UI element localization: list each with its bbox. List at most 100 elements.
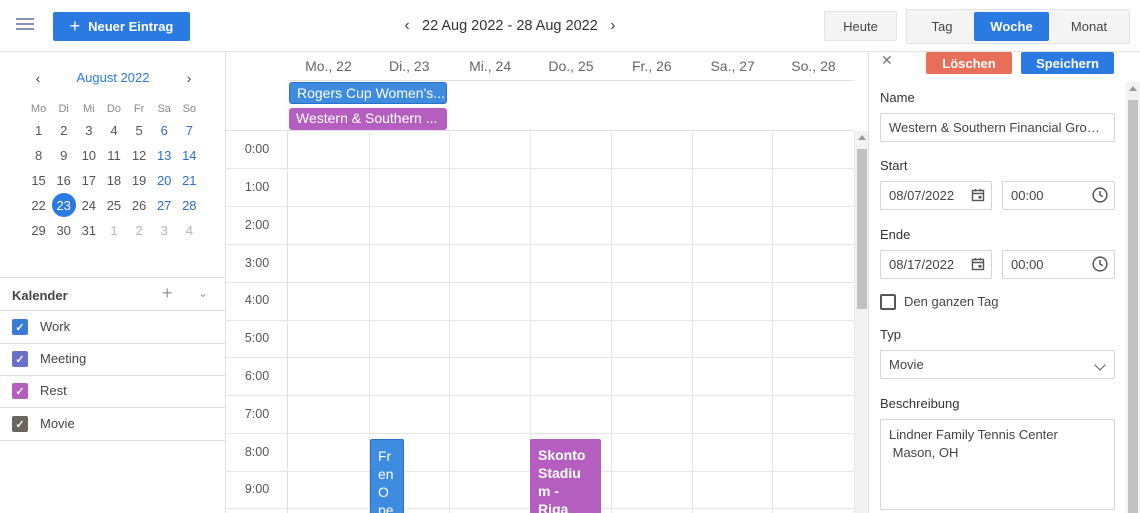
mini-day[interactable]: 18 — [101, 168, 126, 193]
mini-day[interactable]: 4 — [101, 118, 126, 143]
mini-day[interactable]: 19 — [127, 168, 152, 193]
checkbox-checked-icon[interactable]: ✓ — [12, 351, 28, 367]
mini-day[interactable]: 28 — [177, 193, 202, 218]
calendar-icon[interactable] — [971, 257, 985, 271]
mini-day[interactable]: 12 — [127, 143, 152, 168]
end-time-field[interactable]: 00:00 — [1002, 250, 1115, 279]
mini-day[interactable]: 20 — [152, 168, 177, 193]
mini-day[interactable]: 16 — [51, 168, 76, 193]
mini-calendar-title[interactable]: August 2022 — [60, 70, 166, 85]
mini-day[interactable]: 3 — [76, 118, 101, 143]
chevron-down-icon[interactable]: ⌄ — [198, 286, 208, 300]
mini-day[interactable]: 25 — [101, 193, 126, 218]
calendar-item-meeting[interactable]: ✓ Meeting — [0, 343, 226, 376]
week-scrollbar[interactable] — [854, 131, 868, 513]
allday-event[interactable]: Western & Southern ... — [289, 108, 447, 130]
view-week-button[interactable]: Woche — [974, 12, 1049, 41]
date-range: 22 Aug 2022 - 28 Aug 2022 — [422, 18, 598, 34]
scroll-up-icon[interactable] — [1129, 86, 1137, 91]
mini-day[interactable]: 2 — [51, 118, 76, 143]
mini-day[interactable]: 5 — [127, 118, 152, 143]
mini-day[interactable]: 17 — [76, 168, 101, 193]
mini-day[interactable]: 11 — [101, 143, 126, 168]
mini-day[interactable]: 6 — [152, 118, 177, 143]
day-header[interactable]: Mi., 24 — [450, 52, 531, 80]
mini-day[interactable]: 14 — [177, 143, 202, 168]
mini-day[interactable]: 24 — [76, 193, 101, 218]
mini-day[interactable]: 21 — [177, 168, 202, 193]
calendar-item-work[interactable]: ✓ Work — [0, 311, 226, 344]
mini-day[interactable]: 8 — [26, 143, 51, 168]
mini-day-today-label: 23 — [56, 198, 71, 213]
calendar-item-movie[interactable]: ✓ Movie — [0, 408, 226, 441]
name-field[interactable]: Western & Southern Financial Group ... — [880, 113, 1115, 142]
calendar-item-rest[interactable]: ✓ Rest — [0, 375, 226, 408]
allday-checkbox[interactable] — [880, 294, 896, 310]
mini-day[interactable]: 2 — [127, 218, 152, 243]
today-button[interactable]: Heute — [824, 11, 897, 41]
mini-day[interactable]: 4 — [177, 218, 202, 243]
day-header[interactable]: Fr., 26 — [611, 52, 692, 80]
description-field[interactable]: Lindner Family Tennis Center Mason, OH — [880, 419, 1115, 510]
checkbox-checked-icon[interactable]: ✓ — [12, 383, 28, 399]
chevron-left-icon[interactable]: ‹ — [400, 17, 414, 35]
mini-day[interactable]: 29 — [26, 218, 51, 243]
mini-day[interactable]: 9 — [51, 143, 76, 168]
checkbox-checked-icon[interactable]: ✓ — [12, 319, 28, 335]
timed-event[interactable]: Skonto Stadium - Riga 8:10 - — [530, 439, 601, 513]
hour-line — [226, 320, 854, 321]
clock-icon[interactable] — [1092, 187, 1108, 203]
event-editor: ✕ Löschen Speichern Name Western & South… — [868, 52, 1140, 513]
hour-label: 1:00 — [244, 180, 270, 194]
mini-day[interactable]: 30 — [51, 218, 76, 243]
mini-day[interactable]: 1 — [101, 218, 126, 243]
menu-icon[interactable] — [16, 18, 34, 32]
week-view: Mo., 22 Di., 23 Mi., 24 Do., 25 Fr., 26 … — [226, 52, 854, 513]
new-entry-button[interactable]: + Neuer Eintrag — [53, 12, 190, 41]
hour-label: 6:00 — [244, 369, 270, 383]
day-header[interactable]: Di., 23 — [369, 52, 450, 80]
mini-day[interactable]: 10 — [76, 143, 101, 168]
view-month-button[interactable]: Monat — [1049, 12, 1129, 41]
day-header[interactable]: Do., 25 — [531, 52, 612, 80]
mini-day[interactable]: 1 — [26, 118, 51, 143]
start-date-field[interactable]: 08/07/2022 — [880, 181, 992, 210]
day-header[interactable]: So., 28 — [773, 52, 854, 80]
save-button[interactable]: Speichern — [1021, 52, 1114, 74]
mini-day[interactable]: 3 — [152, 218, 177, 243]
mini-prev-month-icon[interactable]: ‹ — [31, 70, 45, 86]
calendar-icon[interactable] — [971, 188, 985, 202]
mini-day[interactable]: 7 — [177, 118, 202, 143]
scroll-thumb[interactable] — [857, 149, 867, 309]
chevron-right-icon[interactable]: › — [606, 17, 620, 35]
panel-scrollbar[interactable] — [1126, 82, 1140, 513]
scroll-thumb[interactable] — [1128, 100, 1138, 513]
end-date-field[interactable]: 08/17/2022 — [880, 250, 992, 279]
view-day-button[interactable]: Tag — [909, 12, 975, 41]
mini-day[interactable]: 15 — [26, 168, 51, 193]
add-calendar-icon[interactable]: + — [162, 283, 173, 304]
allday-event[interactable]: Rogers Cup Women's... — [289, 82, 447, 104]
start-time-field[interactable]: 00:00 — [1002, 181, 1115, 210]
weekday-label: So — [182, 103, 197, 115]
checkbox-checked-icon[interactable]: ✓ — [12, 416, 28, 432]
day-header[interactable]: Mo., 22 — [288, 52, 369, 80]
delete-button[interactable]: Löschen — [926, 52, 1012, 74]
mini-day[interactable]: 13 — [152, 143, 177, 168]
hour-line — [226, 282, 854, 283]
close-icon[interactable]: ✕ — [881, 52, 893, 69]
timed-event[interactable]: Fren Ope 8:10 14:2 — [370, 439, 404, 513]
mini-day[interactable]: 27 — [152, 193, 177, 218]
hour-label: 7:00 — [244, 407, 270, 421]
mini-day[interactable]: 22 — [26, 193, 51, 218]
type-select[interactable]: Movie — [880, 350, 1115, 379]
mini-day[interactable]: 26 — [127, 193, 152, 218]
clock-icon[interactable] — [1092, 256, 1108, 272]
day-header[interactable]: Sa., 27 — [692, 52, 773, 80]
mini-day-today[interactable]: 23 — [51, 193, 77, 218]
scroll-up-icon[interactable] — [858, 135, 866, 140]
time-grid: 0:00 1:00 2:00 3:00 4:00 5:00 6:00 7:00 … — [226, 131, 854, 513]
hour-line — [226, 433, 854, 434]
mini-day[interactable]: 31 — [76, 218, 101, 243]
mini-next-month-icon[interactable]: › — [182, 70, 196, 86]
